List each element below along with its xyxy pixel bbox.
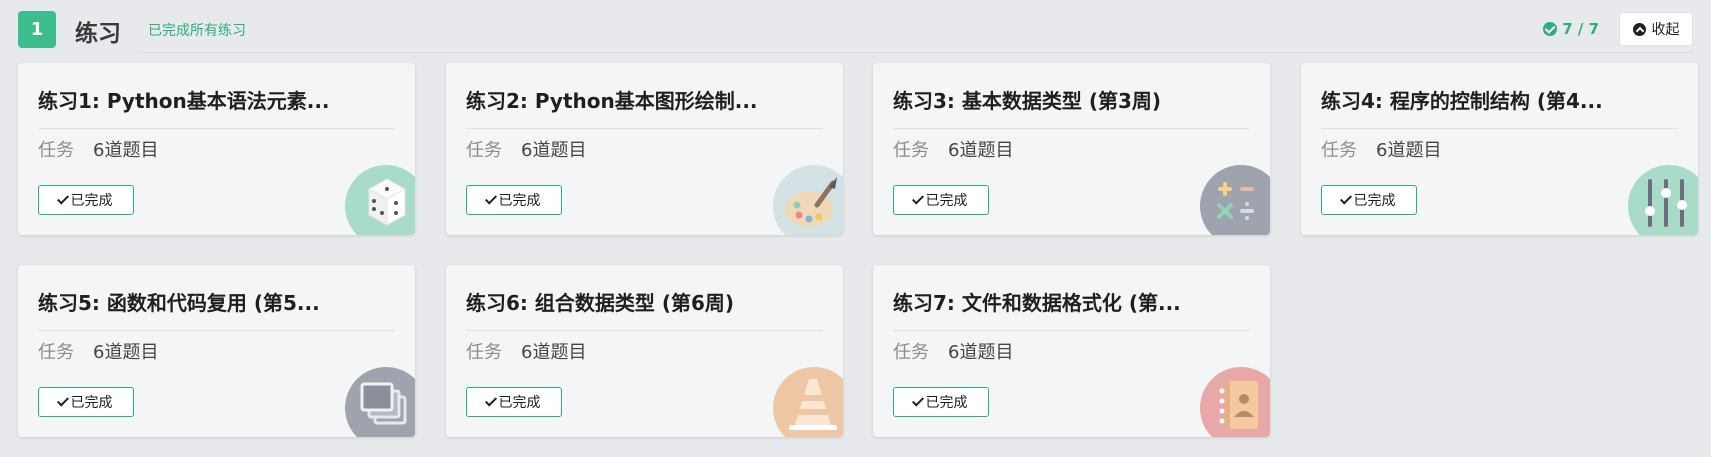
- card-title: 练习3: 基本数据类型 (第3周): [893, 89, 1162, 113]
- calculator-icon: [1200, 165, 1270, 235]
- header-divider: [140, 52, 1694, 53]
- task-count: 6道题目: [948, 140, 1014, 161]
- chevron-up-circle-icon: [1632, 22, 1646, 36]
- progress-indicator: 7 / 7: [1543, 20, 1599, 38]
- completed-label: 已完成: [70, 395, 113, 411]
- completed-badge: 已完成: [38, 387, 134, 417]
- check-icon: [911, 192, 924, 205]
- card-title: 练习1: Python基本语法元素...: [38, 89, 330, 113]
- completed-badge: 已完成: [38, 185, 134, 215]
- task-count: 6道题目: [948, 342, 1014, 363]
- check-icon: [484, 394, 497, 407]
- check-icon: [56, 394, 69, 407]
- completed-badge: 已完成: [893, 387, 989, 417]
- task-label: 任务: [1321, 140, 1357, 161]
- completed-label: 已完成: [925, 395, 968, 411]
- exercise-card-7[interactable]: 练习7: 文件和数据格式化 (第... 任务 6道题目 已完成: [873, 265, 1270, 437]
- completed-label: 已完成: [70, 193, 113, 209]
- card-divider: [466, 128, 823, 129]
- task-count: 6道题目: [93, 140, 159, 161]
- check-icon: [1339, 192, 1352, 205]
- completed-badge: 已完成: [466, 387, 562, 417]
- collapse-label: 收起: [1651, 22, 1680, 38]
- exercise-card-1[interactable]: 练习1: Python基本语法元素... 任务 6道题目 已完成: [18, 63, 415, 235]
- card-divider: [38, 330, 395, 331]
- card-divider: [38, 128, 395, 129]
- section-status: 已完成所有练习: [148, 23, 246, 39]
- task-count: 6道题目: [521, 140, 587, 161]
- task-label: 任务: [466, 140, 502, 161]
- card-title: 练习7: 文件和数据格式化 (第...: [893, 291, 1181, 315]
- exercise-card-5[interactable]: 练习5: 函数和代码复用 (第5... 任务 6道题目 已完成: [18, 265, 415, 437]
- check-icon: [484, 192, 497, 205]
- section-title: 练习: [75, 21, 121, 47]
- stacked-windows-icon: [345, 367, 415, 437]
- section-header: 1 练习 已完成所有练习 7 / 7 收起: [0, 0, 1711, 56]
- task-label: 任务: [38, 140, 74, 161]
- exercise-card-3[interactable]: 练习3: 基本数据类型 (第3周) 任务 6道题目 已完成: [873, 63, 1270, 235]
- task-count: 6道题目: [93, 342, 159, 363]
- check-icon: [911, 394, 924, 407]
- dice-icon: [345, 165, 415, 235]
- contact-book-icon: [1200, 367, 1270, 437]
- card-divider: [1321, 128, 1678, 129]
- cone-icon: [773, 367, 843, 437]
- task-count: 6道题目: [1376, 140, 1442, 161]
- completed-badge: 已完成: [1321, 185, 1417, 215]
- sliders-icon: [1628, 165, 1698, 235]
- exercise-card-4[interactable]: 练习4: 程序的控制结构 (第4... 任务 6道题目 已完成: [1301, 63, 1698, 235]
- progress-count: 7 / 7: [1562, 20, 1599, 38]
- check-circle-icon: [1543, 22, 1558, 36]
- card-title: 练习6: 组合数据类型 (第6周): [466, 291, 735, 315]
- completed-label: 已完成: [498, 193, 541, 209]
- card-title: 练习5: 函数和代码复用 (第5...: [38, 291, 320, 315]
- task-label: 任务: [893, 342, 929, 363]
- card-divider: [466, 330, 823, 331]
- exercise-card-2[interactable]: 练习2: Python基本图形绘制... 任务 6道题目 已完成: [446, 63, 843, 235]
- check-icon: [56, 192, 69, 205]
- task-label: 任务: [893, 140, 929, 161]
- completed-badge: 已完成: [893, 185, 989, 215]
- completed-label: 已完成: [1353, 193, 1396, 209]
- card-divider: [893, 128, 1250, 129]
- completed-label: 已完成: [925, 193, 968, 209]
- completed-badge: 已完成: [466, 185, 562, 215]
- card-title: 练习2: Python基本图形绘制...: [466, 89, 758, 113]
- task-label: 任务: [38, 342, 74, 363]
- card-divider: [893, 330, 1250, 331]
- completed-label: 已完成: [498, 395, 541, 411]
- collapse-button[interactable]: 收起: [1619, 12, 1693, 46]
- exercise-card-6[interactable]: 练习6: 组合数据类型 (第6周) 任务 6道题目 已完成: [446, 265, 843, 437]
- card-title: 练习4: 程序的控制结构 (第4...: [1321, 89, 1603, 113]
- section-index-badge: 1: [18, 11, 56, 48]
- task-label: 任务: [466, 342, 502, 363]
- palette-icon: [773, 165, 843, 235]
- task-count: 6道题目: [521, 342, 587, 363]
